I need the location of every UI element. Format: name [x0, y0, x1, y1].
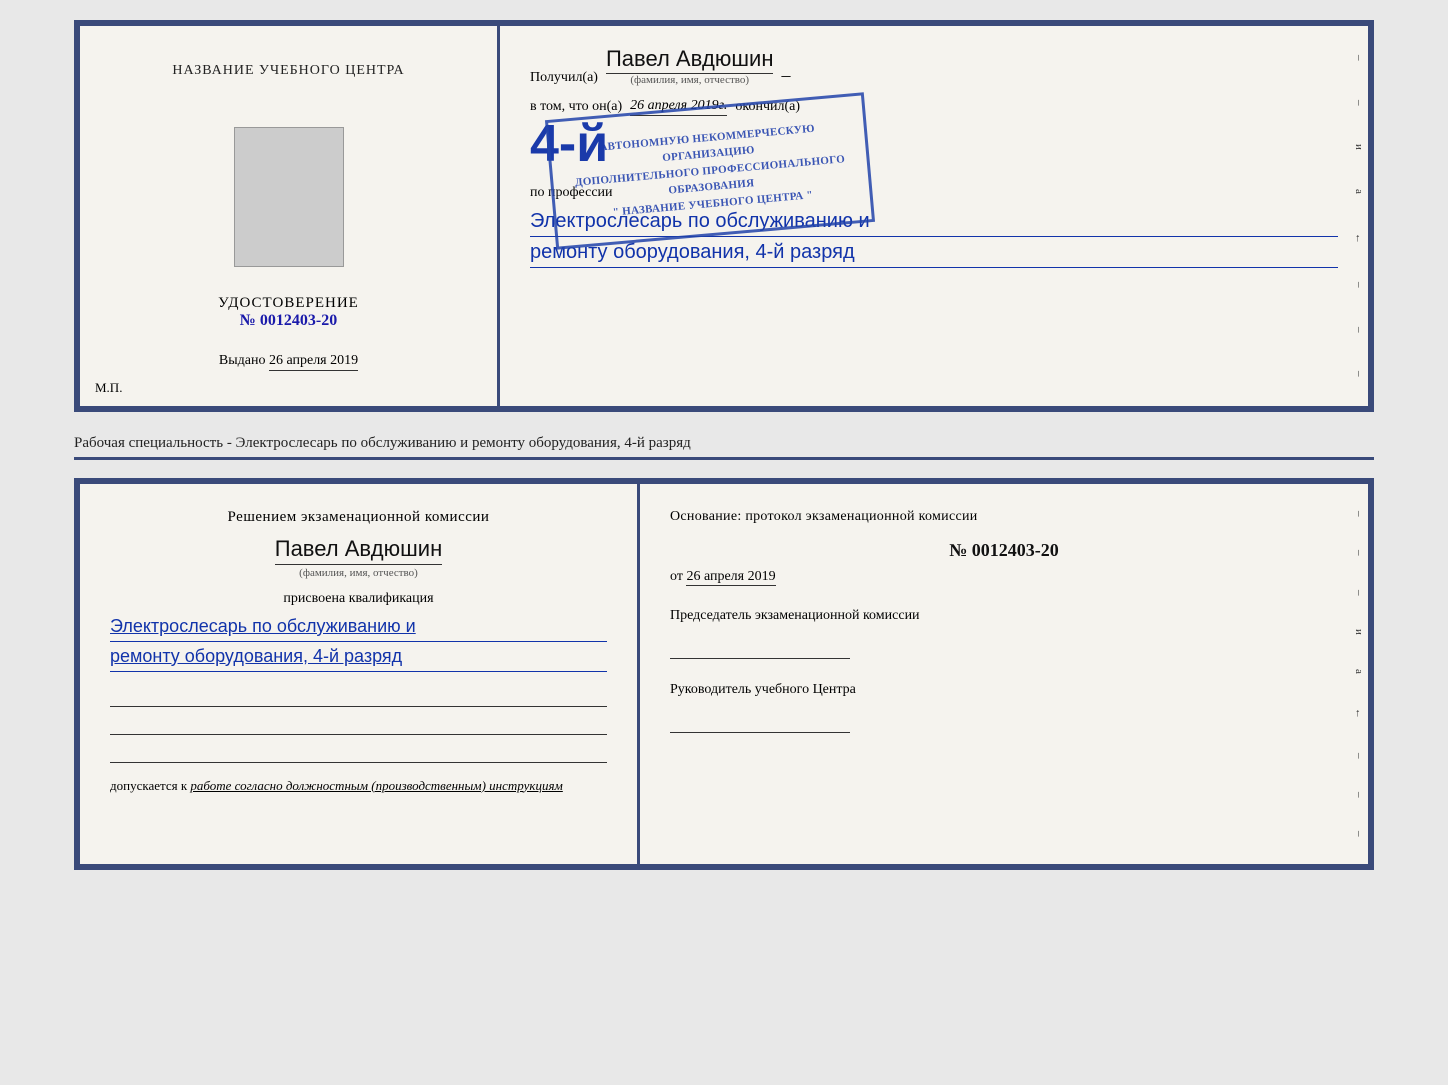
vydano-date: 26 апреля 2019 — [269, 353, 358, 371]
sig-line-2 — [110, 715, 607, 735]
dopuskaetsya-prefix: допускается к — [110, 778, 187, 793]
edge-mark-8: – — [1353, 371, 1365, 377]
edge-mark-b3: – — [1353, 590, 1365, 596]
dopuskaetsya-text: работе согласно должностным (производств… — [190, 778, 562, 793]
edge-mark-b8: – — [1353, 792, 1365, 798]
osnovanie-label: Основание: протокол экзаменационной коми… — [670, 509, 1338, 525]
edge-mark-4: а — [1353, 189, 1365, 194]
mp-label: М.П. — [95, 380, 122, 396]
edge-mark-b5: а — [1353, 669, 1365, 674]
rukovoditel-label: Руководитель учебного Центра — [670, 679, 1338, 700]
cert-right-panel: Получил(а) Павел Авдюшин (фамилия, имя, … — [500, 26, 1368, 406]
edge-mark-b9: – — [1353, 831, 1365, 837]
recipient-name-block: Павел Авдюшин (фамилия, имя, отчество) — [606, 46, 773, 86]
qualification-line2: ремонту оборудования, 4-й разряд — [110, 642, 607, 672]
sig-line-1 — [110, 687, 607, 707]
ot-date-val: 26 апреля 2019 — [686, 569, 775, 586]
recipient-line: Получил(а) Павел Авдюшин (фамилия, имя, … — [530, 46, 1338, 86]
recipient-prefix: Получил(а) — [530, 70, 598, 86]
vtom-prefix: в том, что он(а) — [530, 99, 622, 115]
qualification-line1: Электрослесарь по обслуживанию и — [110, 612, 607, 642]
sig-line-3 — [110, 743, 607, 763]
cert-bottom-left-panel: Решением экзаменационной комиссии Павел … — [80, 484, 640, 864]
edge-mark-b6: ← — [1353, 708, 1365, 719]
profession-name-line2: ремонту оборудования, 4-й разряд — [530, 237, 1338, 268]
top-certificate: НАЗВАНИЕ УЧЕБНОГО ЦЕНТРА УДОСТОВЕРЕНИЕ №… — [74, 20, 1374, 412]
cert-number: № 0012403-20 — [218, 312, 359, 330]
edge-mark-2: – — [1353, 100, 1365, 106]
edge-marks-top: – – и а ← – – – — [1350, 26, 1368, 406]
predsedatel-sig-line — [670, 634, 850, 659]
rukovoditel-sig-line — [670, 708, 850, 733]
ot-date-block: от 26 апреля 2019 — [670, 569, 1338, 585]
cert-center-title: НАЗВАНИЕ УЧЕБНОГО ЦЕНТРА — [172, 63, 404, 79]
predsedatel-block: Председатель экзаменационной комиссии — [670, 605, 1338, 659]
edge-mark-3: и — [1353, 144, 1365, 150]
edge-marks-bottom: – – – и а ← – – – — [1350, 484, 1368, 864]
vydano-label: Выдано — [219, 353, 266, 368]
edge-mark-7: – — [1353, 327, 1365, 333]
predsedatel-label: Председатель экзаменационной комиссии — [670, 605, 1338, 626]
protocol-number: № 0012403-20 — [670, 540, 1338, 561]
edge-mark-b7: – — [1353, 753, 1365, 759]
prisvoena-label: присвоена квалификация — [110, 591, 607, 607]
photo-placeholder — [234, 127, 344, 267]
edge-mark-1: – — [1353, 55, 1365, 61]
middle-text: Рабочая специальность - Электрослесарь п… — [74, 430, 1374, 460]
recipient-dash: – — [781, 65, 790, 86]
fio-label-bottom: (фамилия, имя, отчество) — [110, 567, 607, 579]
dopuskaetsya-block: допускается к работе согласно должностны… — [110, 778, 607, 794]
udostoverenie-label: УДОСТОВЕРЕНИЕ — [218, 295, 359, 312]
recipient-name: Павел Авдюшин — [606, 46, 773, 74]
edge-mark-b4: и — [1353, 629, 1365, 635]
udostoverenie-block: УДОСТОВЕРЕНИЕ № 0012403-20 — [218, 295, 359, 330]
person-name-bottom: Павел Авдюшин — [275, 536, 442, 565]
fio-label-top: (фамилия, имя, отчество) — [606, 74, 773, 86]
edge-mark-5: ← — [1353, 233, 1365, 244]
ot-prefix: от — [670, 569, 683, 584]
rukovoditel-block: Руководитель учебного Центра — [670, 679, 1338, 733]
vydano-block: Выдано 26 апреля 2019 — [219, 353, 358, 369]
stamp-overlay: АВТОНОМНУЮ НЕКОММЕРЧЕСКУЮ ОРГАНИЗАЦИЮ ДО… — [545, 92, 875, 249]
resheniem-title: Решением экзаменационной комиссии — [110, 509, 607, 526]
cert-left-panel: НАЗВАНИЕ УЧЕБНОГО ЦЕНТРА УДОСТОВЕРЕНИЕ №… — [80, 26, 500, 406]
edge-mark-b2: – — [1353, 550, 1365, 556]
signature-lines — [110, 687, 607, 763]
edge-mark-b1: – — [1353, 511, 1365, 517]
bottom-certificate: Решением экзаменационной комиссии Павел … — [74, 478, 1374, 870]
cert-bottom-right-panel: Основание: протокол экзаменационной коми… — [640, 484, 1368, 864]
edge-mark-6: – — [1353, 282, 1365, 288]
